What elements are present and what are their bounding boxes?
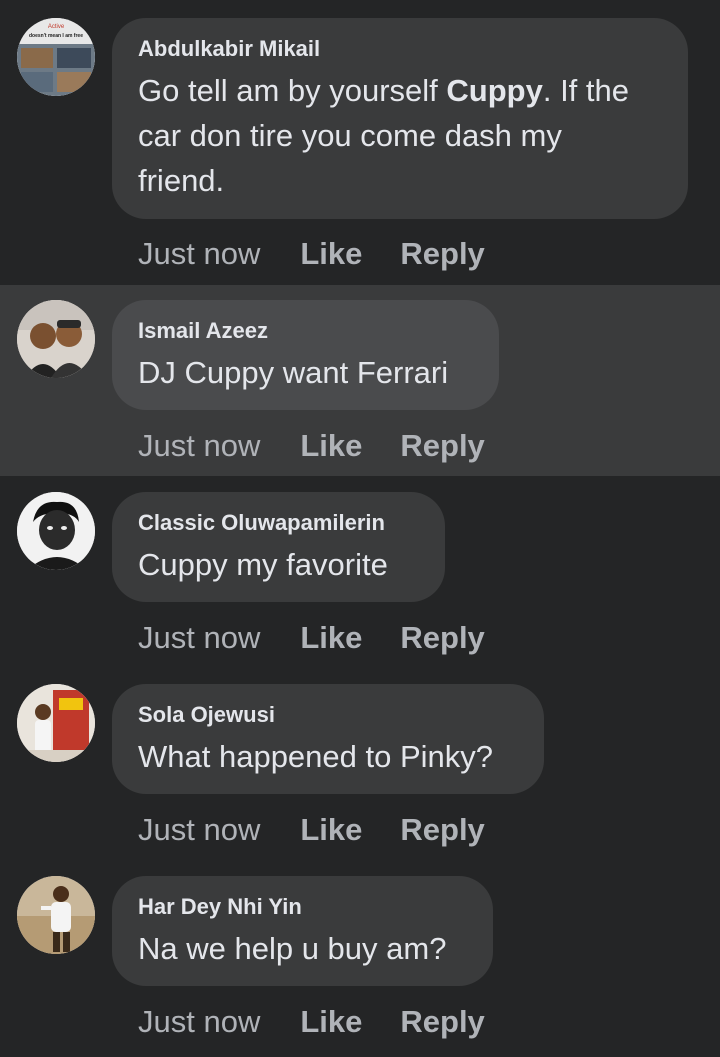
comment-bubble[interactable]: Classic Oluwapamilerin Cuppy my favorite <box>112 492 445 602</box>
reply-button[interactable]: Reply <box>400 810 484 850</box>
like-button[interactable]: Like <box>300 810 362 850</box>
comment-item: Sola Ojewusi What happened to Pinky? Jus… <box>0 668 720 860</box>
comment-text-part: friend. <box>138 163 225 198</box>
avatar-photo-icon <box>17 684 95 762</box>
avatar[interactable] <box>17 684 95 762</box>
comment-bubble[interactable]: Har Dey Nhi Yin Na we help u buy am? <box>112 876 493 986</box>
avatar-photo-icon: Active doesn't mean I am free <box>17 18 95 96</box>
comment-actions: Just now Like Reply <box>138 1002 485 1042</box>
comment-item: Classic Oluwapamilerin Cuppy my favorite… <box>0 476 720 668</box>
avatar-photo-icon <box>17 492 95 570</box>
like-button[interactable]: Like <box>300 1002 362 1042</box>
comment-actions: Just now Like Reply <box>138 618 485 658</box>
comment-author[interactable]: Abdulkabir Mikail <box>138 36 662 62</box>
avatar[interactable] <box>17 300 95 378</box>
comment-text: Go tell am by yourself Cuppy. If the car… <box>138 68 662 203</box>
comment-bubble[interactable]: Abdulkabir Mikail Go tell am by yourself… <box>112 18 688 219</box>
avatar[interactable] <box>17 876 95 954</box>
reply-button[interactable]: Reply <box>400 1002 484 1042</box>
comment-text: DJ Cuppy want Ferrari <box>138 355 449 390</box>
like-button[interactable]: Like <box>300 234 362 274</box>
comment-text: Na we help u buy am? <box>138 931 447 966</box>
reply-button[interactable]: Reply <box>400 618 484 658</box>
comment-author[interactable]: Sola Ojewusi <box>138 702 518 728</box>
comment-timestamp[interactable]: Just now <box>138 618 260 658</box>
avatar-photo-icon <box>17 876 95 954</box>
comment-text-part: . If the <box>542 73 630 108</box>
like-button[interactable]: Like <box>300 426 362 466</box>
avatar-caption-2: doesn't mean I am free <box>29 33 83 39</box>
comment-actions: Just now Like Reply <box>138 426 485 466</box>
comment-text: Cuppy my favorite <box>138 547 388 582</box>
comment-feed: Active doesn't mean I am free Abdulkabir… <box>0 0 720 1057</box>
comment-item: Har Dey Nhi Yin Na we help u buy am? Jus… <box>0 860 720 1057</box>
reply-button[interactable]: Reply <box>400 234 484 274</box>
comment-author[interactable]: Classic Oluwapamilerin <box>138 510 419 536</box>
comment-bubble[interactable]: Sola Ojewusi What happened to Pinky? <box>112 684 544 794</box>
comment-actions: Just now Like Reply <box>138 234 485 274</box>
comment-actions: Just now Like Reply <box>138 810 485 850</box>
avatar-photo-icon <box>17 300 95 378</box>
comment-text-part: car don tire you come dash my <box>138 118 562 153</box>
comment-author[interactable]: Har Dey Nhi Yin <box>138 894 467 920</box>
comment-timestamp[interactable]: Just now <box>138 1002 260 1042</box>
comment-text: What happened to Pinky? <box>138 739 494 774</box>
comment-tag-cuppy[interactable]: Cuppy <box>446 73 542 108</box>
comment-item: Active doesn't mean I am free Abdulkabir… <box>0 0 720 285</box>
comment-item-highlighted: Ismail Azeez DJ Cuppy want Ferrari Just … <box>0 285 720 476</box>
avatar-caption-1: Active <box>48 24 65 30</box>
comment-author[interactable]: Ismail Azeez <box>138 318 473 344</box>
comment-text-part: Go tell am by yourself <box>138 73 447 108</box>
comment-timestamp[interactable]: Just now <box>138 234 260 274</box>
comment-timestamp[interactable]: Just now <box>138 810 260 850</box>
avatar[interactable] <box>17 492 95 570</box>
avatar[interactable]: Active doesn't mean I am free <box>17 18 95 96</box>
like-button[interactable]: Like <box>300 618 362 658</box>
comment-bubble[interactable]: Ismail Azeez DJ Cuppy want Ferrari <box>112 300 499 410</box>
reply-button[interactable]: Reply <box>400 426 484 466</box>
comment-timestamp[interactable]: Just now <box>138 426 260 466</box>
